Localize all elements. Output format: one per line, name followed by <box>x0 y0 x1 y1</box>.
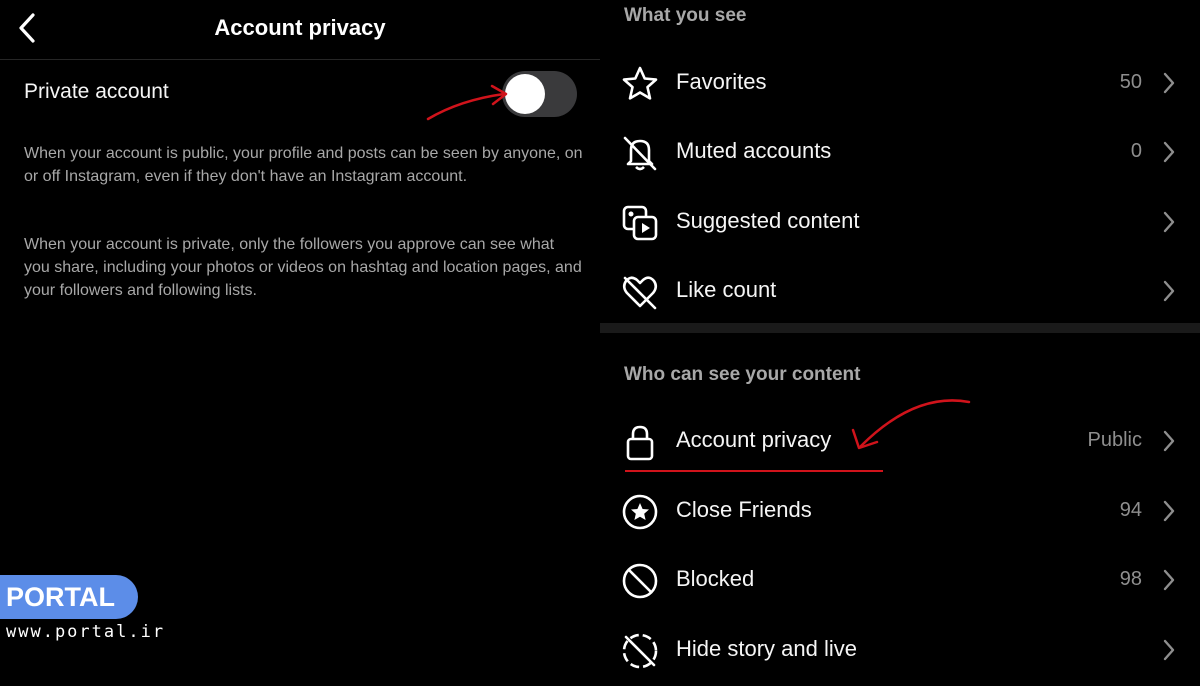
item-value: 0 <box>1130 140 1142 162</box>
chevron-right-icon <box>1162 568 1176 592</box>
chevron-right-icon <box>1162 279 1176 303</box>
item-label: Hide story and live <box>676 636 857 661</box>
item-label: Blocked <box>676 566 755 591</box>
settings-item-blocked[interactable]: Blocked 98 <box>600 545 1200 614</box>
item-value: 50 <box>1119 71 1142 93</box>
star-icon <box>620 64 660 104</box>
item-label: Suggested content <box>676 208 860 233</box>
section-title-who-can-see: Who can see your content <box>624 364 861 385</box>
chevron-right-icon <box>1162 638 1176 662</box>
annotation-arrow <box>851 399 971 450</box>
chevron-right-icon <box>1162 210 1176 234</box>
chevron-right-icon <box>1162 71 1176 95</box>
item-label: Account privacy <box>676 427 832 452</box>
lock-icon <box>620 422 660 462</box>
bell-off-icon <box>620 133 660 173</box>
media-play-icon <box>620 203 660 243</box>
item-label: Favorites <box>676 69 767 94</box>
item-label: Close Friends <box>676 497 812 522</box>
portal-url: www.portal.ir <box>6 622 166 642</box>
account-privacy-screen: Account privacy Private account When you… <box>0 0 600 686</box>
section-divider <box>600 323 1200 333</box>
section-title-what-you-see: What you see <box>624 5 747 26</box>
header-bar: Account privacy <box>0 0 600 60</box>
settings-item-hide-story[interactable]: Hide story and live <box>600 615 1200 684</box>
item-value: 94 <box>1119 499 1142 521</box>
item-value: Public <box>1087 429 1142 451</box>
chevron-right-icon <box>1162 499 1176 523</box>
public-description: When your account is public, your profil… <box>24 145 583 185</box>
chevron-right-icon <box>1162 140 1176 164</box>
annotation-underline <box>625 470 883 472</box>
chevron-right-icon <box>1162 429 1176 453</box>
item-label: Muted accounts <box>676 138 832 163</box>
settings-item-muted-accounts[interactable]: Muted accounts 0 <box>600 117 1200 186</box>
star-circle-icon <box>620 492 660 532</box>
item-value: 98 <box>1119 568 1142 590</box>
portal-logo: PORTAL <box>0 575 138 619</box>
private-description: When your account is private, only the f… <box>24 236 582 299</box>
settings-item-suggested-content[interactable]: Suggested content <box>600 187 1200 256</box>
settings-item-like-count[interactable]: Like count <box>600 256 1200 325</box>
settings-screen: What you see Favorites 50 Muted accounts… <box>600 0 1200 686</box>
blocked-icon <box>620 561 660 601</box>
story-off-icon <box>620 631 660 671</box>
settings-item-favorites[interactable]: Favorites 50 <box>600 48 1200 117</box>
page-title: Account privacy <box>214 15 386 40</box>
annotation-arrow <box>426 84 508 121</box>
private-account-label: Private account <box>24 80 169 103</box>
item-label: Like count <box>676 277 777 302</box>
heart-off-icon <box>620 272 660 312</box>
settings-item-close-friends[interactable]: Close Friends 94 <box>600 476 1200 545</box>
